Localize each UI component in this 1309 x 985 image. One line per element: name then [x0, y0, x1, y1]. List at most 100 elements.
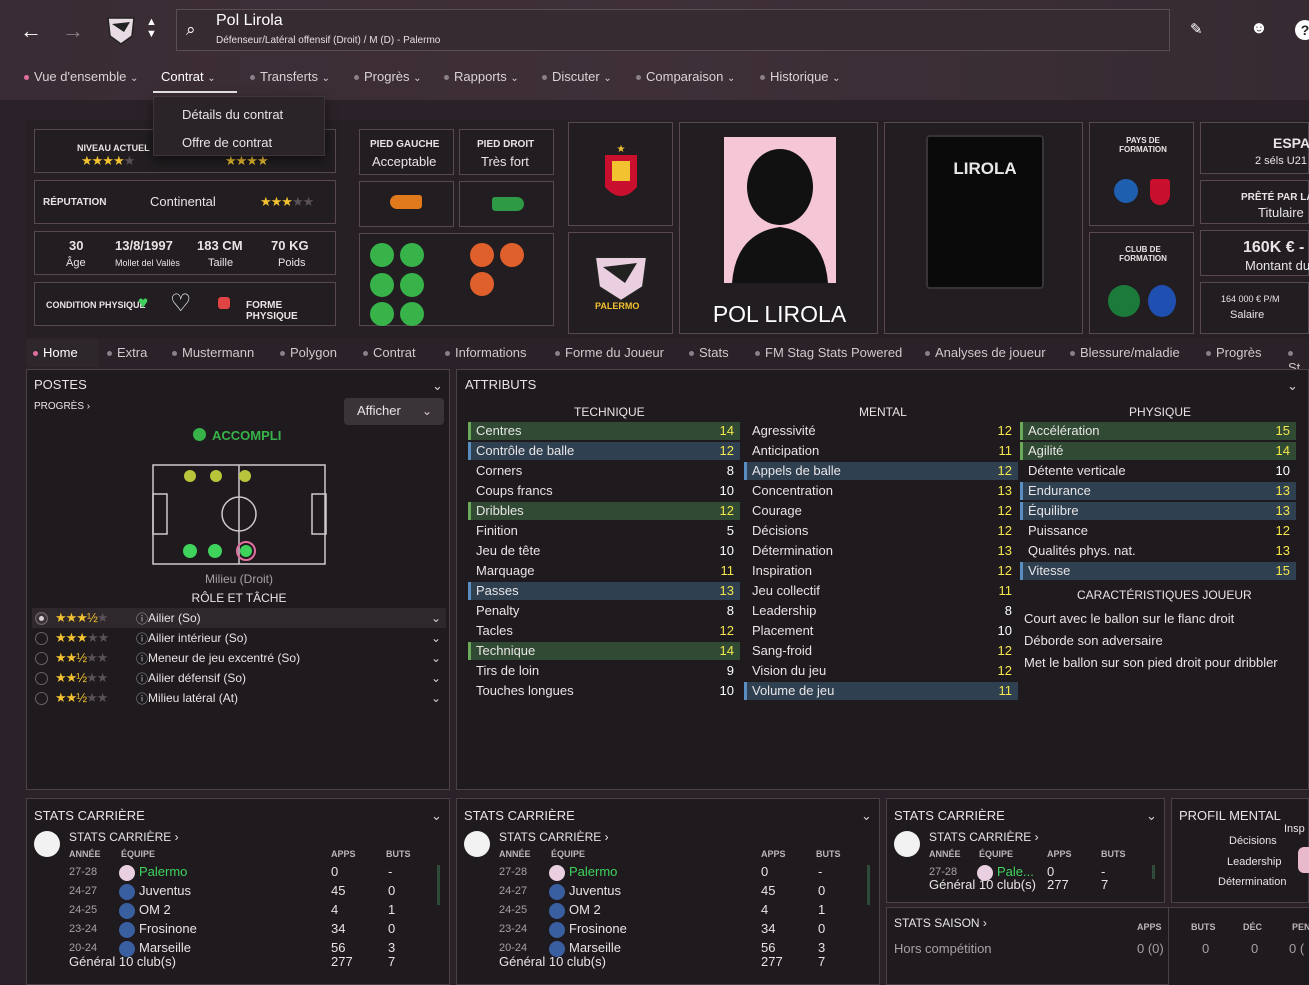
info-icon[interactable]: ⓘ: [136, 670, 148, 687]
skull-icon[interactable]: ☻: [1250, 18, 1268, 38]
attribute-row[interactable]: Anticipation 11: [744, 442, 1018, 460]
stats-carriere-link[interactable]: STATS CARRIÈRE ›: [69, 830, 179, 844]
tab-contrat[interactable]: Contrat ⌄: [161, 69, 216, 84]
scrollbar[interactable]: [437, 865, 440, 905]
collapse-icon[interactable]: ⌄: [861, 808, 872, 824]
career-team[interactable]: OM 2: [139, 902, 171, 917]
role-row[interactable]: ★★½★★ ⓘ Ailier défensif (So) ⌄: [35, 670, 445, 688]
role-radio[interactable]: [35, 652, 48, 665]
attribute-row[interactable]: Tacles 12: [468, 622, 740, 640]
menu-item-offre-contrat[interactable]: Offre de contrat: [182, 135, 272, 150]
chevron-updown-icon[interactable]: ▲ ▼: [146, 16, 157, 40]
subtab-polygon[interactable]: Polygon: [280, 345, 337, 360]
role-row[interactable]: ★★★½★ ⓘ Ailier (So) ⌄: [35, 610, 445, 628]
info-icon[interactable]: ⓘ: [136, 610, 148, 627]
subtab-contrat[interactable]: Contrat: [363, 345, 416, 360]
chevron-down-icon[interactable]: ⌄: [431, 671, 441, 685]
attribute-row[interactable]: Qualités phys. nat. 13: [1020, 542, 1296, 560]
attribute-row[interactable]: Contrôle de balle 12: [468, 442, 740, 460]
progres-link[interactable]: PROGRÈS ›: [34, 401, 90, 412]
career-team[interactable]: Marseille: [569, 940, 621, 955]
club-crest-icon[interactable]: [104, 14, 138, 46]
career-team[interactable]: Juventus: [139, 883, 191, 898]
career-team[interactable]: Frosinone: [569, 921, 627, 936]
career-team[interactable]: Palermo: [139, 864, 187, 879]
tab-comparaison[interactable]: Comparaison ⌄: [636, 69, 735, 84]
attribute-row[interactable]: Courage 12: [744, 502, 1018, 520]
attribute-row[interactable]: Corners 8: [468, 462, 740, 480]
chevron-down-icon[interactable]: ⌄: [431, 691, 441, 705]
attribute-row[interactable]: Touches longues 10: [468, 682, 740, 700]
leaf-trait-icon[interactable]: [370, 302, 394, 326]
chevron-down-icon[interactable]: ⌄: [431, 651, 441, 665]
attribute-row[interactable]: Sang-froid 12: [744, 642, 1018, 660]
scrollbar[interactable]: [867, 865, 870, 905]
attribute-row[interactable]: Agressivité 12: [744, 422, 1018, 440]
attribute-row[interactable]: Vision du jeu 12: [744, 662, 1018, 680]
attribute-row[interactable]: Accélération 15: [1020, 422, 1296, 440]
report-trait-icon[interactable]: [470, 272, 494, 296]
back-arrow-icon[interactable]: ←: [20, 18, 42, 44]
role-radio[interactable]: [35, 692, 48, 705]
attribute-row[interactable]: Détermination 13: [744, 542, 1018, 560]
attributes-collapse-icon[interactable]: ⌄: [1287, 378, 1298, 394]
chevron-down-icon[interactable]: ⌄: [431, 631, 441, 645]
attribute-row[interactable]: Finition 5: [468, 522, 740, 540]
attribute-row[interactable]: Équilibre 13: [1020, 502, 1296, 520]
subtab-forme[interactable]: Forme du Joueur: [555, 345, 664, 360]
help-icon[interactable]: ?: [1295, 20, 1309, 40]
star-trait-icon[interactable]: [370, 243, 394, 267]
subtab-stats[interactable]: Stats: [689, 345, 729, 360]
stats-carriere-link[interactable]: STATS CARRIÈRE ›: [929, 830, 1039, 844]
role-row[interactable]: ★★½★★ ⓘ Milieu latéral (At) ⌄: [35, 690, 445, 708]
subtab-analyses[interactable]: Analyses de joueur: [925, 345, 1046, 360]
boot-trait-icon[interactable]: [400, 273, 424, 297]
attribute-row[interactable]: Volume de jeu 11: [744, 682, 1018, 700]
tab-transferts[interactable]: Transferts ⌄: [250, 69, 330, 84]
attribute-row[interactable]: Puissance 12: [1020, 522, 1296, 540]
target-trait-icon[interactable]: [400, 243, 424, 267]
stats-saison-link[interactable]: STATS SAISON ›: [894, 916, 987, 930]
attribute-row[interactable]: Penalty 8: [468, 602, 740, 620]
role-radio[interactable]: [35, 672, 48, 685]
tab-progres[interactable]: Progrès ⌄: [354, 69, 422, 84]
career-team[interactable]: Palermo: [569, 864, 617, 879]
attribute-row[interactable]: Marquage 11: [468, 562, 740, 580]
pill-trait-icon[interactable]: [370, 273, 394, 297]
subtab-progres[interactable]: Progrès: [1206, 345, 1262, 360]
club-card[interactable]: PALERMO: [568, 232, 673, 334]
attribute-row[interactable]: Détente verticale 10: [1020, 462, 1296, 480]
attribute-row[interactable]: Concentration 13: [744, 482, 1018, 500]
tab-historique[interactable]: Historique ⌄: [760, 69, 841, 84]
warning-trait-icon[interactable]: [470, 243, 494, 267]
subtab-informations[interactable]: Informations: [445, 345, 527, 360]
attribute-row[interactable]: Tirs de loin 9: [468, 662, 740, 680]
career-team[interactable]: Juventus: [569, 883, 621, 898]
doc-trait-icon[interactable]: [500, 243, 524, 267]
subtab-extra[interactable]: Extra: [107, 345, 147, 360]
scrollbar[interactable]: [1152, 865, 1155, 879]
info-icon[interactable]: ⓘ: [136, 630, 148, 647]
attribute-row[interactable]: Leadership 8: [744, 602, 1018, 620]
attribute-row[interactable]: Coups francs 10: [468, 482, 740, 500]
subtab-blessure[interactable]: Blessure/maladie: [1070, 345, 1180, 360]
afficher-button[interactable]: Afficher ⌄: [344, 398, 444, 425]
subtab-home[interactable]: Home: [33, 345, 78, 360]
tab-vue-ensemble[interactable]: Vue d'ensemble ⌄: [24, 69, 138, 84]
edit-icon[interactable]: ✎: [1190, 20, 1203, 38]
attribute-row[interactable]: Appels de balle 12: [744, 462, 1018, 480]
postes-collapse-icon[interactable]: ⌄: [432, 378, 443, 394]
role-radio[interactable]: [35, 632, 48, 645]
subtab-mustermann[interactable]: Mustermann: [172, 345, 254, 360]
forward-arrow-icon[interactable]: →: [62, 18, 84, 44]
stats-carriere-link[interactable]: STATS CARRIÈRE ›: [499, 830, 609, 844]
career-team[interactable]: Marseille: [139, 940, 191, 955]
attribute-row[interactable]: Décisions 12: [744, 522, 1018, 540]
chevron-down-icon[interactable]: ⌄: [431, 611, 441, 625]
attribute-row[interactable]: Dribbles 12: [468, 502, 740, 520]
attribute-row[interactable]: Technique 14: [468, 642, 740, 660]
collapse-icon[interactable]: ⌄: [1146, 808, 1157, 824]
attribute-row[interactable]: Centres 14: [468, 422, 740, 440]
search-icon[interactable]: ⌕: [186, 20, 196, 40]
attribute-row[interactable]: Endurance 13: [1020, 482, 1296, 500]
